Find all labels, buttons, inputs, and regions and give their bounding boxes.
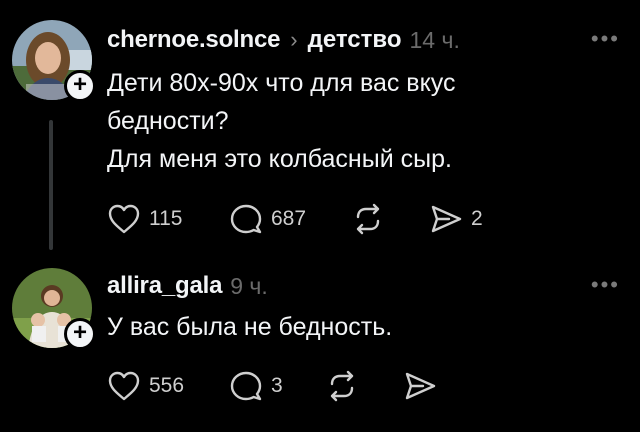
more-options-icon[interactable]: ••• (591, 26, 620, 52)
chevron-right-icon: › (290, 27, 298, 52)
send-icon (405, 372, 436, 400)
heart-icon (108, 371, 140, 401)
like-button[interactable]: 115 (107, 203, 229, 235)
repost-icon (330, 370, 354, 402)
username[interactable]: allira_gala (107, 272, 222, 300)
like-count: 115 (149, 207, 183, 230)
post-text-line: Для меня это колбасный сыр. (107, 145, 452, 173)
post-text: Дети 80х-90х что для вас вкус бедности? … (107, 64, 456, 178)
follow-plus-icon[interactable]: + (64, 318, 96, 350)
like-button[interactable]: 556 (107, 370, 229, 402)
heart-icon (108, 204, 140, 234)
comment-count: 3 (271, 374, 283, 397)
avatar-chernoe-solnce[interactable]: + (12, 20, 96, 102)
post-1: + chernoe.solnce › детство 14 ч. ••• Дет… (0, 0, 640, 260)
post-actions: 115 687 2 (107, 199, 483, 239)
share-button[interactable]: 2 (429, 203, 483, 235)
post-time: 9 ч. (230, 272, 268, 299)
post-header: allira_gala 9 ч. (107, 266, 268, 306)
comment-button[interactable]: 687 (229, 203, 351, 235)
thread-line (49, 120, 53, 250)
post-text-line: бедности? (107, 107, 229, 135)
post-text-line: У вас была не бедность. (107, 313, 393, 341)
post-header: chernoe.solnce › детство 14 ч. (107, 20, 460, 60)
post-actions: 556 3 (107, 366, 437, 406)
comment-bubble-icon (230, 204, 262, 234)
post-time: 14 ч. (409, 26, 460, 53)
post-2: + allira_gala 9 ч. ••• У вас была не бед… (0, 260, 640, 432)
topic-tag[interactable]: детство (308, 26, 402, 54)
avatar-allira-gala[interactable]: + (12, 268, 96, 350)
post-text: У вас была не бедность. (107, 308, 392, 346)
username[interactable]: chernoe.solnce (107, 26, 280, 54)
share-button[interactable] (403, 370, 437, 402)
post-text-line: Дети 80х-90х что для вас вкус (107, 69, 456, 97)
follow-plus-icon[interactable]: + (64, 70, 96, 102)
repost-button[interactable] (351, 203, 429, 235)
more-options-icon[interactable]: ••• (591, 272, 620, 298)
repost-icon (356, 203, 380, 235)
like-count: 556 (149, 374, 185, 397)
share-count: 2 (471, 207, 483, 230)
send-icon (431, 205, 462, 233)
comment-count: 687 (271, 207, 307, 230)
repost-button[interactable] (325, 370, 403, 402)
comment-bubble-icon (230, 371, 262, 401)
comment-button[interactable]: 3 (229, 370, 325, 402)
